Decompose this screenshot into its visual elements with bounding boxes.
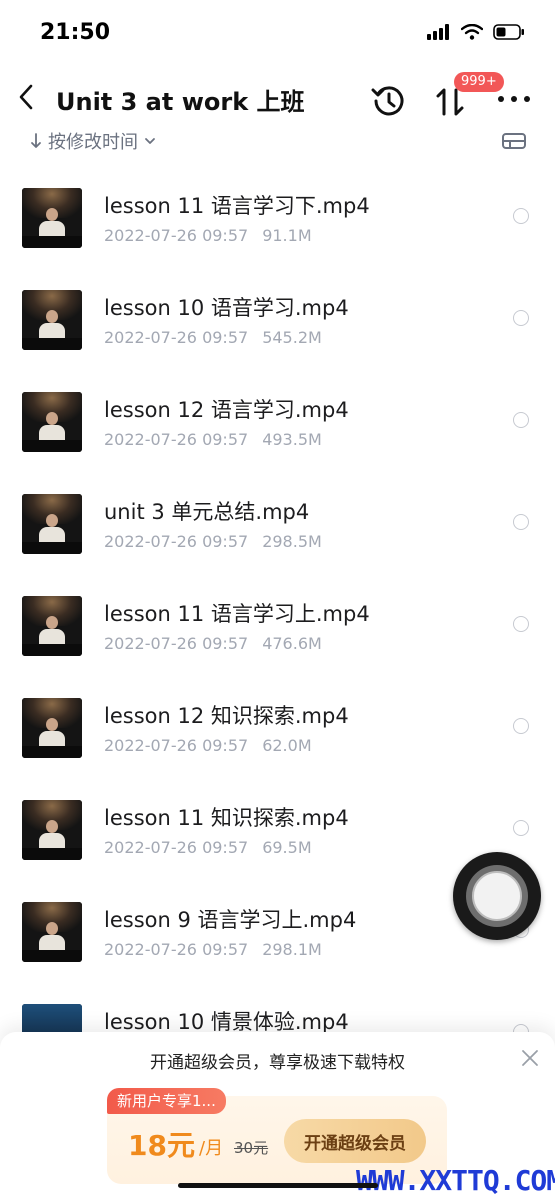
file-name: lesson 10 语音学习.mp4 [104, 296, 349, 320]
status-time: 21:50 [40, 20, 111, 45]
file-meta: 2022-07-26 09:57 298.1M [104, 940, 322, 959]
thumbnail-figure-head [46, 208, 58, 221]
file-size: 69.5M [262, 838, 312, 857]
file-row[interactable]: lesson 12 知识探索.mp4 2022-07-26 09:57 62.0M [0, 670, 555, 770]
thumbnail-desk [22, 848, 82, 860]
video-thumbnail [22, 596, 82, 656]
select-radio[interactable] [513, 718, 529, 734]
select-radio[interactable] [513, 820, 529, 836]
back-icon[interactable] [12, 78, 42, 116]
assistive-touch-core [472, 871, 522, 921]
promo-title: 开通超级会员，尊享极速下载特权 [150, 1053, 405, 1073]
thumbnail-desk [22, 746, 82, 758]
file-name: lesson 12 语言学习.mp4 [104, 398, 349, 422]
price-unit: /月 [199, 1138, 224, 1159]
file-name: lesson 11 知识探索.mp4 [104, 806, 349, 830]
file-date: 2022-07-26 09:57 [104, 940, 249, 959]
transfer-count-badge: 999+ [454, 72, 504, 92]
file-date: 2022-07-26 09:57 [104, 736, 249, 755]
file-date: 2022-07-26 09:57 [104, 226, 249, 245]
file-meta: 2022-07-26 09:57 69.5M [104, 838, 312, 857]
file-date: 2022-07-26 09:57 [104, 634, 249, 653]
file-date: 2022-07-26 09:57 [104, 328, 249, 347]
select-radio[interactable] [513, 208, 529, 224]
file-row[interactable]: lesson 11 语言学习上.mp4 2022-07-26 09:57 476.6… [0, 568, 555, 668]
select-radio[interactable] [513, 616, 529, 632]
file-name: lesson 11 语言学习上.mp4 [104, 602, 370, 626]
thumbnail-figure-head [46, 922, 58, 935]
new-user-tag: 新用户专享1... [107, 1088, 226, 1114]
assistive-touch-button[interactable] [453, 852, 541, 940]
wifi-icon [461, 24, 483, 40]
page-title: Unit 3 at work 上班 [56, 88, 305, 116]
video-thumbnail [22, 800, 82, 860]
file-row[interactable]: unit 3 单元总结.mp4 2022-07-26 09:57 298.5M [0, 466, 555, 566]
signal-icon [427, 24, 449, 40]
file-size: 545.2M [262, 328, 322, 347]
watermark: WWW.XXTTQ.COM [356, 1164, 555, 1197]
file-name: lesson 11 语言学习下.mp4 [104, 194, 370, 218]
file-name: lesson 9 语言学习上.mp4 [104, 908, 357, 932]
file-row[interactable]: lesson 12 语言学习.mp4 2022-07-26 09:57 493.5M [0, 364, 555, 464]
file-meta: 2022-07-26 09:57 298.5M [104, 532, 322, 551]
file-row[interactable]: lesson 11 知识探索.mp4 2022-07-26 09:57 69.5M [0, 772, 555, 872]
thumbnail-figure-head [46, 310, 58, 323]
history-icon[interactable] [370, 82, 408, 120]
file-row[interactable]: lesson 10 语音学习.mp4 2022-07-26 09:57 545.2M [0, 262, 555, 362]
select-radio[interactable] [513, 310, 529, 326]
more-icon[interactable] [494, 87, 534, 111]
thumbnail-figure-head [46, 718, 58, 731]
file-size: 493.5M [262, 430, 322, 449]
chevron-down-icon [145, 138, 155, 144]
video-thumbnail [22, 290, 82, 350]
view-mode-icon[interactable] [500, 128, 528, 154]
thumbnail-figure-head [46, 616, 58, 629]
video-thumbnail [22, 902, 82, 962]
select-radio[interactable] [513, 412, 529, 428]
file-size: 476.6M [262, 634, 322, 653]
video-thumbnail [22, 188, 82, 248]
sort-arrow-icon [31, 133, 41, 148]
thumbnail-desk [22, 542, 82, 554]
battery-icon [493, 24, 524, 40]
sort-label: 按修改时间 [48, 132, 138, 153]
thumbnail-desk [22, 236, 82, 248]
file-meta: 2022-07-26 09:57 91.1M [104, 226, 312, 245]
status-icons [427, 24, 525, 40]
home-indicator [178, 1183, 378, 1188]
file-size: 91.1M [262, 226, 312, 245]
thumbnail-desk [22, 338, 82, 350]
file-meta: 2022-07-26 09:57 476.6M [104, 634, 322, 653]
price: 18元 [128, 1129, 195, 1162]
sort-toggle[interactable]: 按修改时间 [30, 128, 156, 154]
file-date: 2022-07-26 09:57 [104, 532, 249, 551]
file-size: 298.5M [262, 532, 322, 551]
file-date: 2022-07-26 09:57 [104, 430, 249, 449]
sort-bar: 按修改时间 [0, 124, 555, 158]
video-thumbnail [22, 392, 82, 452]
file-name: lesson 12 知识探索.mp4 [104, 704, 349, 728]
file-meta: 2022-07-26 09:57 493.5M [104, 430, 322, 449]
file-meta: 2022-07-26 09:57 545.2M [104, 328, 322, 347]
thumbnail-desk [22, 950, 82, 962]
thumbnail-desk [22, 644, 82, 656]
file-size: 62.0M [262, 736, 312, 755]
thumbnail-figure-head [46, 514, 58, 527]
select-radio[interactable] [513, 514, 529, 530]
thumbnail-desk [22, 440, 82, 452]
file-name: unit 3 单元总结.mp4 [104, 500, 310, 524]
video-thumbnail [22, 494, 82, 554]
close-icon[interactable] [520, 1048, 540, 1068]
file-date: 2022-07-26 09:57 [104, 838, 249, 857]
video-thumbnail [22, 698, 82, 758]
open-vip-button[interactable]: 开通超级会员 [284, 1119, 426, 1163]
status-bar: 21:50 [0, 0, 555, 64]
original-price: 30元 [234, 1139, 269, 1157]
file-size: 298.1M [262, 940, 322, 959]
thumbnail-figure-head [46, 820, 58, 833]
file-meta: 2022-07-26 09:57 62.0M [104, 736, 312, 755]
thumbnail-figure-head [46, 412, 58, 425]
file-row[interactable]: lesson 11 语言学习下.mp4 2022-07-26 09:57 91.1M [0, 160, 555, 260]
